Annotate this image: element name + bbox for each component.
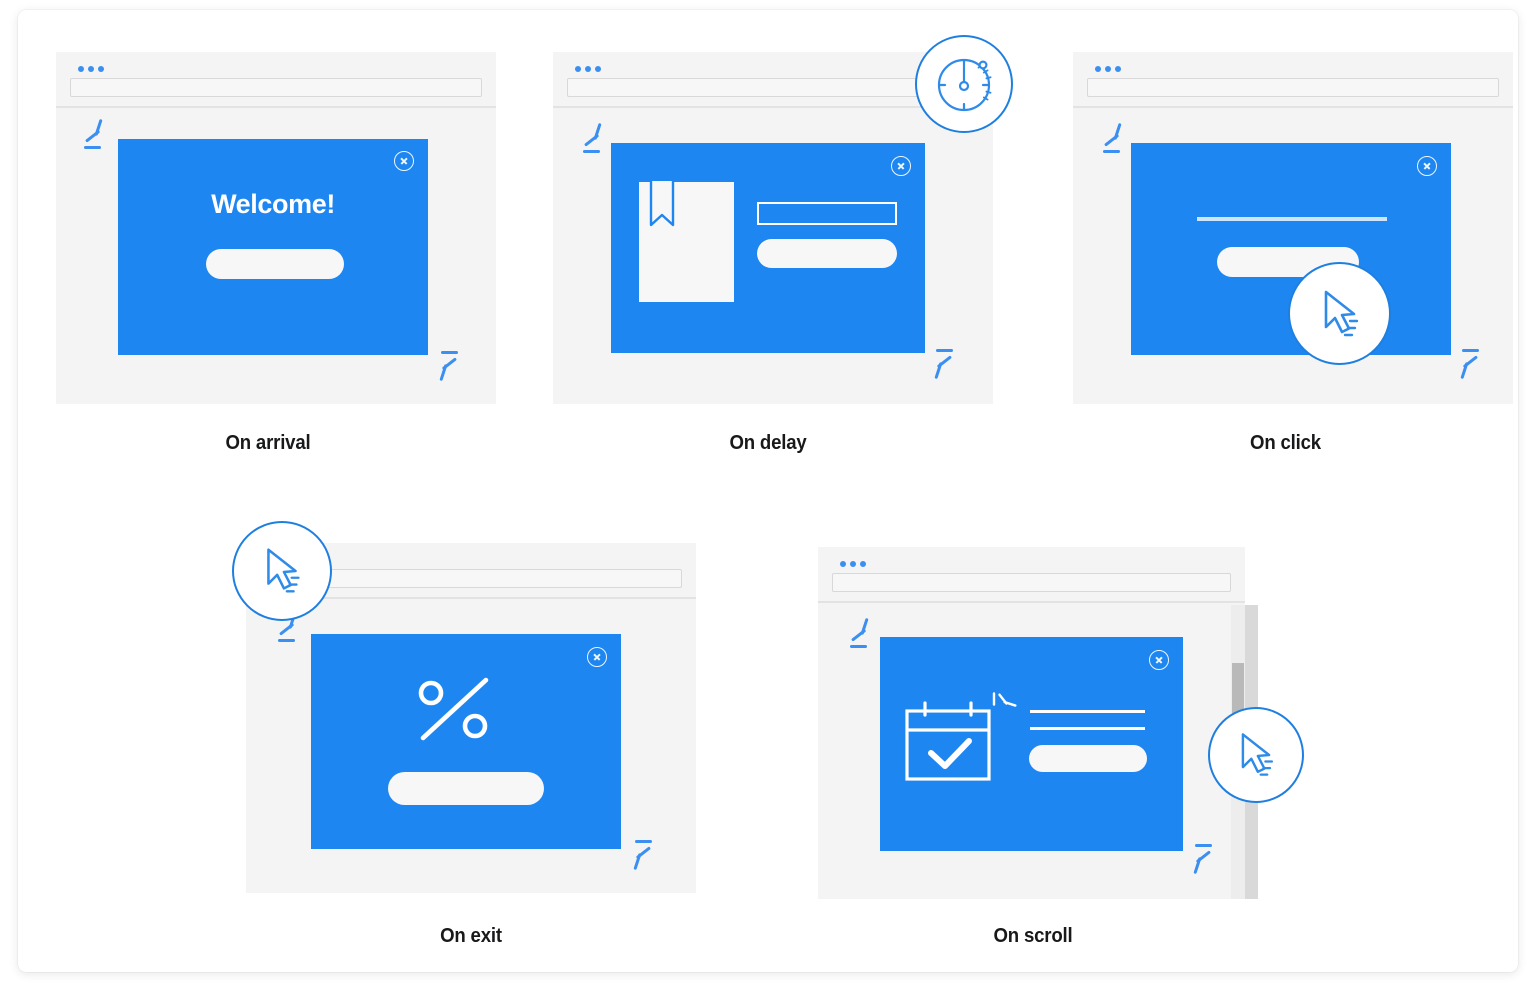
browser-chrome: [1073, 52, 1513, 108]
modal-dialog: [311, 634, 621, 849]
panel-caption: On delay: [729, 432, 807, 454]
browser-window: [818, 547, 1245, 899]
close-icon[interactable]: [587, 647, 607, 667]
modal-dialog: [611, 143, 925, 353]
close-icon[interactable]: [1149, 650, 1169, 670]
panel-caption: On click: [1250, 432, 1321, 454]
panel-on-exit: On exit: [226, 521, 716, 965]
browser-chrome: [56, 52, 496, 108]
modal-input-field[interactable]: [757, 202, 897, 225]
url-bar-input[interactable]: [1087, 78, 1499, 97]
url-bar-input[interactable]: [70, 78, 482, 97]
close-icon[interactable]: [394, 151, 414, 171]
browser-window: [1073, 52, 1513, 404]
modal-cta-button[interactable]: [1029, 745, 1147, 772]
modal-text-line: [1030, 710, 1145, 714]
modal-cta-button[interactable]: [757, 239, 897, 268]
modal-cta-button[interactable]: [206, 249, 344, 279]
sparkle-burst-icon: [1176, 833, 1216, 875]
window-controls-dots-icon: [78, 66, 104, 72]
modal-dialog: Welcome!: [118, 139, 428, 355]
browser-viewport: [246, 601, 696, 893]
window-controls-dots-icon: [1095, 66, 1121, 72]
panel-caption: On arrival: [225, 432, 311, 454]
cursor-icon: [1208, 707, 1304, 803]
sparkle-burst-icon: [984, 689, 1017, 721]
sparkle-burst-icon: [80, 118, 120, 160]
sparkle-burst-icon: [616, 829, 656, 871]
close-icon[interactable]: [1417, 156, 1437, 176]
cursor-icon: [1288, 262, 1391, 365]
modal-text-line: [1030, 727, 1145, 731]
browser-chrome: [818, 547, 1245, 603]
document-bookmark-icon: [639, 181, 734, 302]
browser-viewport: [818, 605, 1245, 899]
percent-icon: [411, 674, 503, 746]
panel-on-click: On click: [1053, 38, 1518, 468]
browser-viewport: [553, 110, 993, 404]
sparkle-burst-icon: [917, 338, 957, 380]
modal-heading: Welcome!: [211, 189, 335, 219]
browser-viewport: Welcome!: [56, 110, 496, 404]
browser-viewport: [1073, 110, 1513, 404]
modal-dialog: [880, 637, 1183, 851]
panel-on-scroll: On scroll: [783, 525, 1304, 965]
close-icon[interactable]: [891, 156, 911, 176]
stopwatch-icon: [915, 35, 1013, 133]
browser-window: Welcome!: [56, 52, 496, 404]
panel-on-delay: On delay: [533, 35, 1013, 468]
panel-caption: On scroll: [993, 925, 1073, 947]
window-controls-dots-icon: [840, 561, 866, 567]
illustration-card: Welcome! On arrival On delay On click On…: [18, 10, 1518, 972]
panel-caption: On exit: [440, 925, 502, 947]
cursor-icon: [232, 521, 332, 621]
sparkle-burst-icon: [422, 340, 462, 382]
url-bar-input[interactable]: [832, 573, 1231, 592]
modal-cta-button[interactable]: [388, 772, 544, 805]
window-controls-dots-icon: [575, 66, 601, 72]
panel-on-arrival: Welcome! On arrival: [38, 38, 498, 468]
sparkle-burst-icon: [1443, 338, 1483, 380]
modal-divider-line: [1197, 217, 1387, 221]
